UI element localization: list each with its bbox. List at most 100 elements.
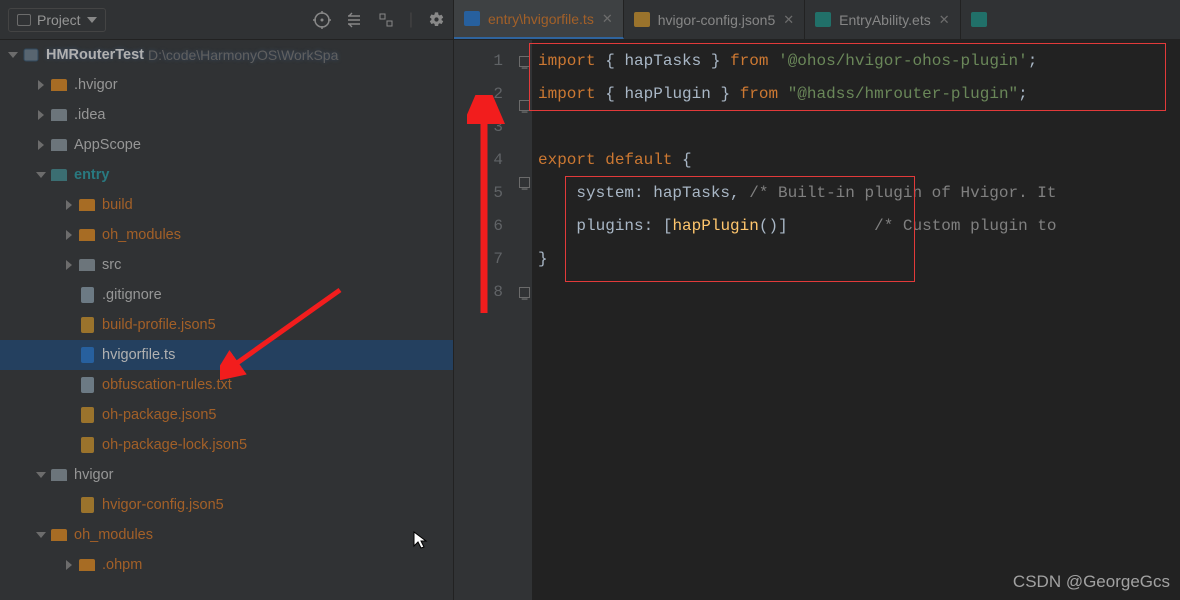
fold-marker-icon[interactable] bbox=[519, 177, 530, 188]
tree-item-label: build bbox=[102, 197, 133, 213]
tree-folder[interactable]: AppScope bbox=[0, 130, 453, 160]
tree-item-label: AppScope bbox=[74, 137, 141, 153]
folder-icon bbox=[51, 169, 67, 181]
tree-item-label: hvigor bbox=[74, 467, 114, 483]
tree-arrow-icon bbox=[62, 198, 76, 212]
tree-folder[interactable]: .hvigor bbox=[0, 70, 453, 100]
tree-root-path: D:\code\HarmonyOS\WorkSpa bbox=[148, 47, 338, 63]
code-area[interactable]: import { hapTasks } from '@ohos/hvigor-o… bbox=[532, 40, 1180, 600]
code-line[interactable] bbox=[538, 276, 1180, 309]
ets-file-icon bbox=[815, 12, 831, 27]
editor-tab[interactable]: entry\hvigorfile.ts ✕ bbox=[454, 0, 624, 39]
line-number: 6 bbox=[454, 210, 503, 243]
tree-arrow-icon bbox=[62, 258, 76, 272]
ts-file-icon bbox=[464, 11, 480, 26]
folder-icon bbox=[51, 79, 67, 91]
code-line[interactable]: plugins: [hapPlugin()] /* Custom plugin … bbox=[538, 210, 1180, 243]
fold-column bbox=[517, 40, 532, 600]
tree-arrow-icon bbox=[34, 528, 48, 542]
tree-file[interactable]: hvigorfile.ts bbox=[0, 340, 453, 370]
code-line[interactable] bbox=[538, 111, 1180, 144]
gear-icon[interactable] bbox=[427, 11, 445, 29]
fold-marker-icon[interactable] bbox=[519, 287, 530, 298]
file-icon bbox=[81, 407, 94, 423]
tree-folder[interactable]: .idea bbox=[0, 100, 453, 130]
tree-folder[interactable]: src bbox=[0, 250, 453, 280]
tree-folder[interactable]: entry bbox=[0, 160, 453, 190]
line-gutter: 12345678 bbox=[454, 40, 517, 600]
tree-file[interactable]: oh-package-lock.json5 bbox=[0, 430, 453, 460]
module-icon bbox=[22, 47, 40, 63]
line-number: 4 bbox=[454, 144, 503, 177]
tree-item-label: src bbox=[102, 257, 121, 273]
tree-item-label: hvigor-config.json5 bbox=[102, 497, 224, 513]
tab-label: EntryAbility.ets bbox=[839, 12, 931, 28]
tree-arrow-icon bbox=[34, 168, 48, 182]
code-line[interactable]: import { hapPlugin } from "@hadss/hmrout… bbox=[538, 78, 1180, 111]
tree-arrow-icon bbox=[34, 138, 48, 152]
close-icon[interactable]: ✕ bbox=[602, 11, 613, 27]
project-toolbar: Project | bbox=[0, 0, 453, 40]
project-icon bbox=[17, 14, 31, 26]
json-file-icon bbox=[634, 12, 650, 27]
editor-tab[interactable]: EntryAbility.ets ✕ bbox=[805, 0, 960, 39]
tree-folder[interactable]: .ohpm bbox=[0, 550, 453, 580]
file-icon bbox=[81, 347, 94, 363]
line-number: 1 bbox=[454, 45, 503, 78]
folder-icon bbox=[51, 109, 67, 121]
tree-file[interactable]: hvigor-config.json5 bbox=[0, 490, 453, 520]
tree-item-label: obfuscation-rules.txt bbox=[102, 377, 232, 393]
code-line[interactable]: import { hapTasks } from '@ohos/hvigor-o… bbox=[538, 45, 1180, 78]
folder-icon bbox=[51, 139, 67, 151]
close-icon[interactable]: ✕ bbox=[939, 12, 950, 28]
tab-label: entry\hvigorfile.ts bbox=[488, 11, 594, 27]
tree-arrow-icon bbox=[62, 228, 76, 242]
project-label: Project bbox=[37, 12, 81, 28]
code-line[interactable]: system: hapTasks, /* Built-in plugin of … bbox=[538, 177, 1180, 210]
tree-arrow-icon bbox=[34, 108, 48, 122]
fold-marker-icon[interactable] bbox=[519, 100, 530, 111]
file-icon bbox=[81, 287, 94, 303]
fold-marker-icon[interactable] bbox=[519, 56, 530, 67]
folder-icon bbox=[51, 469, 67, 481]
line-number: 5 bbox=[454, 177, 503, 210]
chevron-down-icon bbox=[87, 17, 97, 23]
tree-item-label: .gitignore bbox=[102, 287, 162, 303]
collapse-icon[interactable] bbox=[377, 11, 395, 29]
tree-folder[interactable]: build bbox=[0, 190, 453, 220]
tree-item-label: entry bbox=[74, 167, 109, 183]
folder-icon bbox=[51, 529, 67, 541]
tree-file[interactable]: .gitignore bbox=[0, 280, 453, 310]
tree-item-label: .hvigor bbox=[74, 77, 118, 93]
tree-item-label: oh_modules bbox=[102, 227, 181, 243]
watermark: CSDN @GeorgeGcs bbox=[1013, 572, 1170, 592]
editor-tab-overflow[interactable] bbox=[961, 0, 997, 39]
close-icon[interactable]: ✕ bbox=[783, 12, 794, 28]
tree-item-label: oh-package.json5 bbox=[102, 407, 216, 423]
line-number: 2 bbox=[454, 78, 503, 111]
tree-root[interactable]: HMRouterTest D:\code\HarmonyOS\WorkSpa bbox=[0, 40, 453, 70]
tree-folder[interactable]: hvigor bbox=[0, 460, 453, 490]
code-line[interactable]: } bbox=[538, 243, 1180, 276]
code-line[interactable]: export default { bbox=[538, 144, 1180, 177]
tab-label: hvigor-config.json5 bbox=[658, 12, 776, 28]
tree-item-label: build-profile.json5 bbox=[102, 317, 216, 333]
tree-item-label: oh-package-lock.json5 bbox=[102, 437, 247, 453]
editor-tab[interactable]: hvigor-config.json5 ✕ bbox=[624, 0, 805, 39]
tree-item-label: .ohpm bbox=[102, 557, 142, 573]
folder-icon bbox=[79, 229, 95, 241]
project-tree[interactable]: HMRouterTest D:\code\HarmonyOS\WorkSpa .… bbox=[0, 40, 453, 600]
expand-icon[interactable] bbox=[345, 11, 363, 29]
tree-folder[interactable]: oh_modules bbox=[0, 220, 453, 250]
ets-file-icon bbox=[971, 12, 987, 27]
tree-arrow-icon bbox=[34, 468, 48, 482]
project-view-dropdown[interactable]: Project bbox=[8, 8, 106, 32]
project-tree-panel: Project | HMRout bbox=[0, 0, 454, 600]
tree-file[interactable]: oh-package.json5 bbox=[0, 400, 453, 430]
tree-file[interactable]: build-profile.json5 bbox=[0, 310, 453, 340]
tree-file[interactable]: obfuscation-rules.txt bbox=[0, 370, 453, 400]
locate-icon[interactable] bbox=[313, 11, 331, 29]
tree-arrow-icon bbox=[34, 78, 48, 92]
folder-icon bbox=[79, 199, 95, 211]
tree-folder[interactable]: oh_modules bbox=[0, 520, 453, 550]
